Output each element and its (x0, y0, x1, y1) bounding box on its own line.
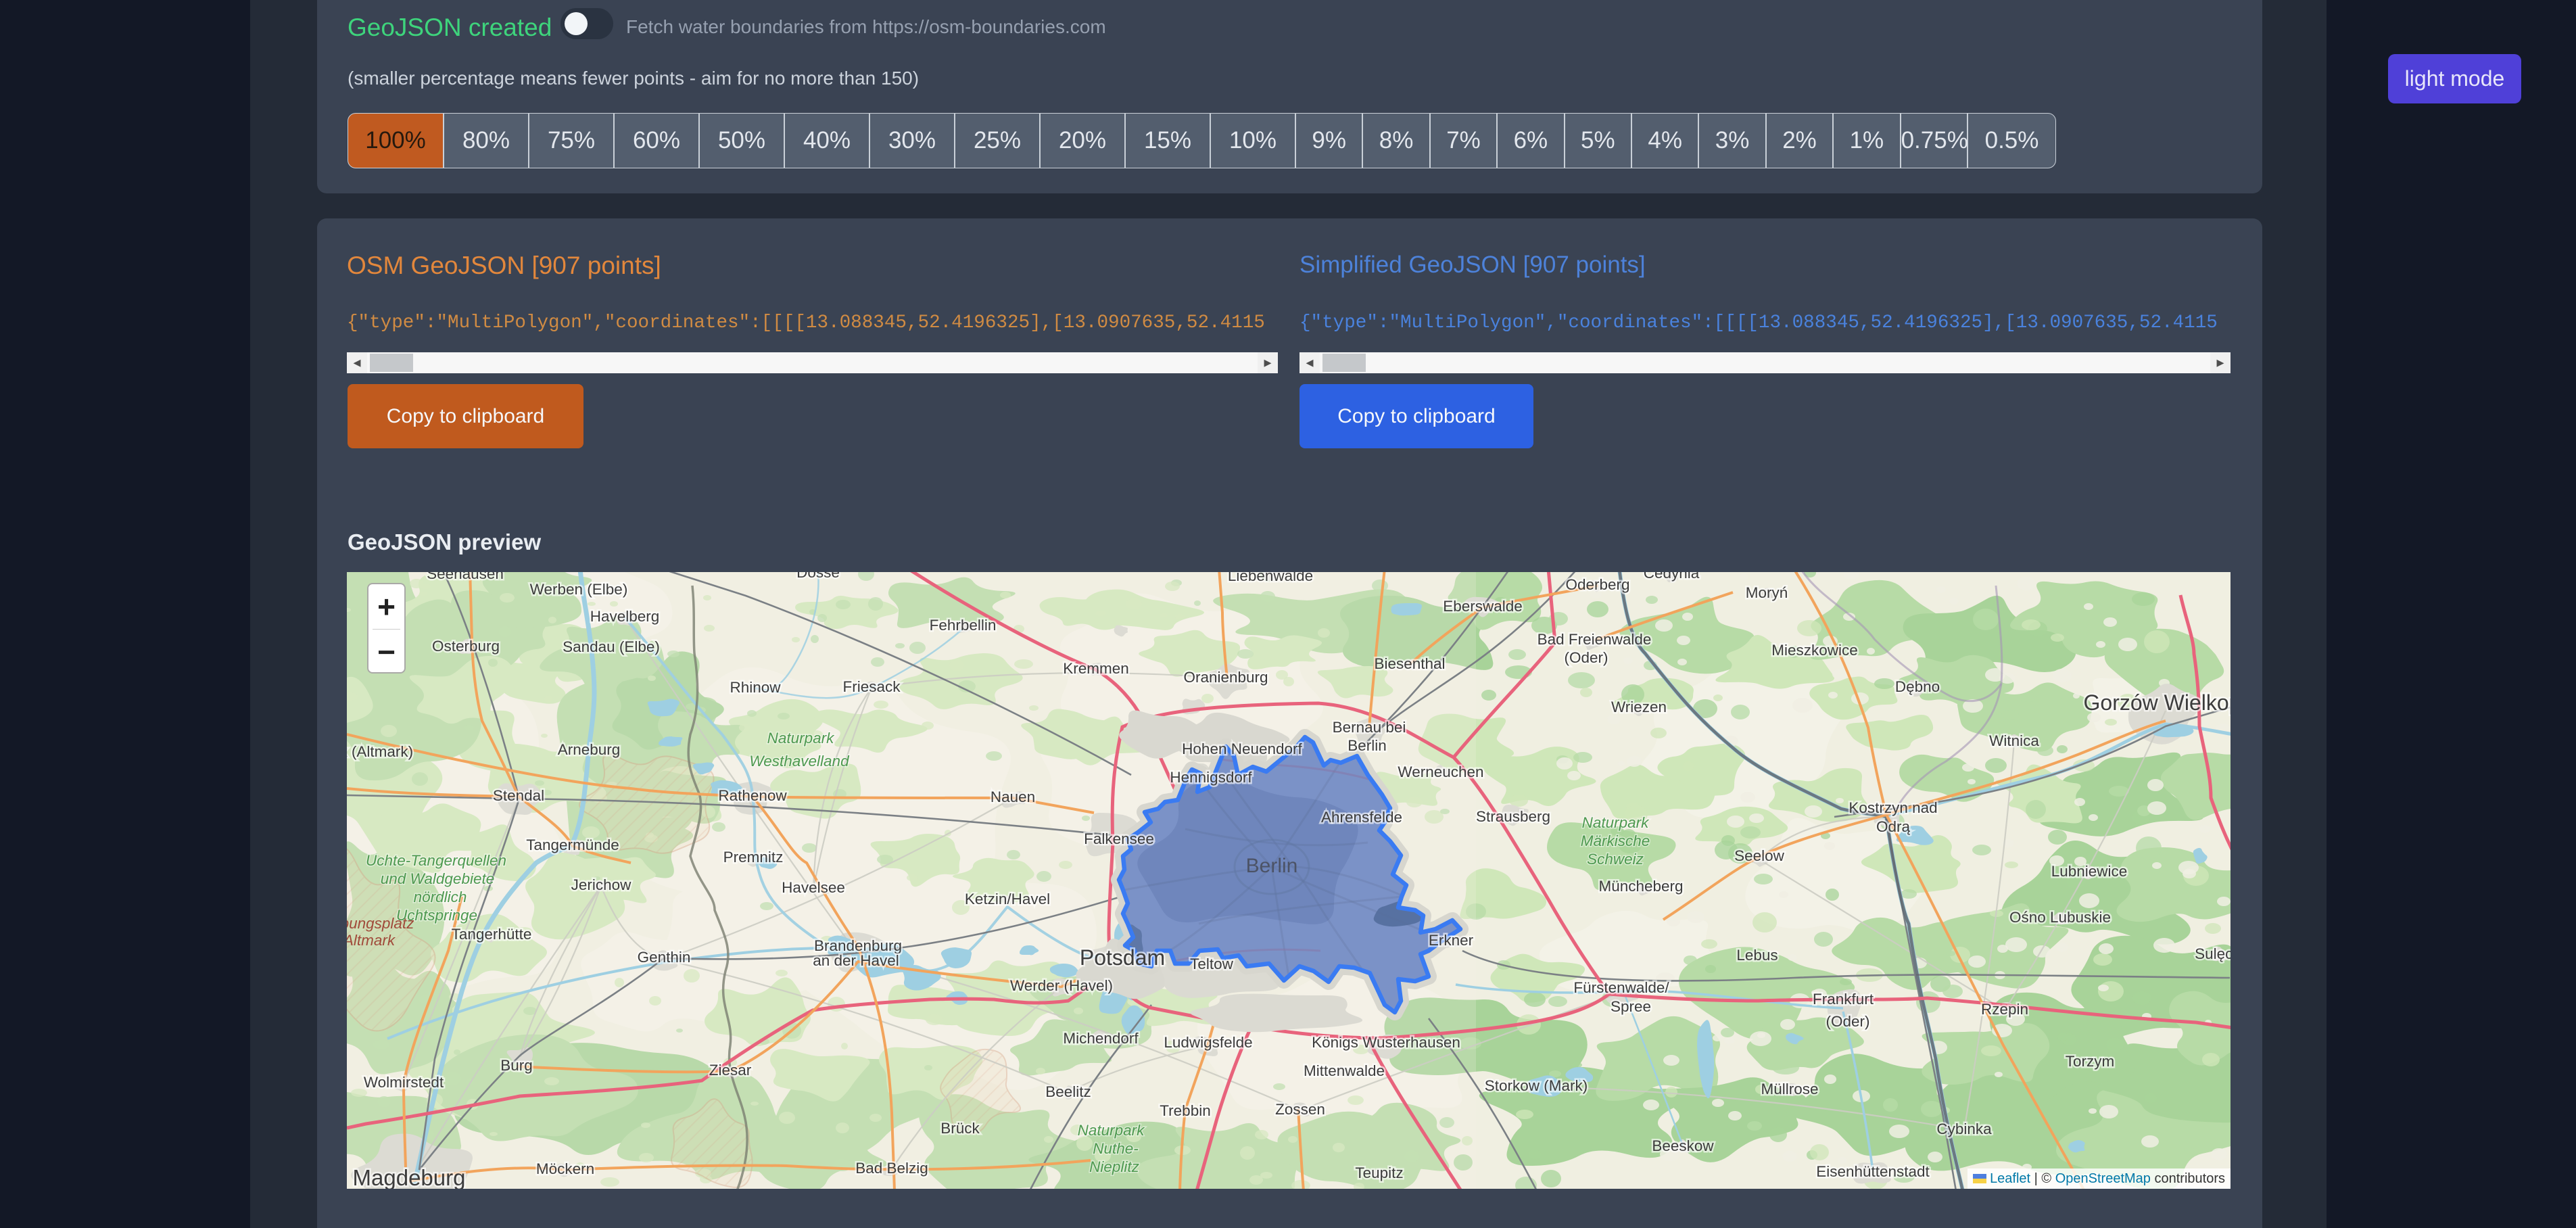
svg-text:Frankfurt: Frankfurt (1813, 991, 1874, 1008)
svg-text:Bernau bei: Bernau bei (1333, 719, 1406, 736)
svg-text:Rathenow: Rathenow (718, 787, 787, 804)
svg-text:Kremmen: Kremmen (1063, 660, 1129, 677)
svg-text:Falkensee: Falkensee (1084, 830, 1154, 847)
svg-text:Naturpark: Naturpark (1582, 814, 1650, 831)
svg-text:Wriezen: Wriezen (1611, 699, 1667, 715)
svg-text:Beelitz: Beelitz (1045, 1083, 1091, 1100)
svg-text:Ludwigsfelde: Ludwigsfelde (1164, 1034, 1252, 1051)
svg-text:Ziesar: Ziesar (709, 1062, 752, 1079)
svg-text:Teupitz: Teupitz (1355, 1164, 1403, 1181)
svg-text:Berlin: Berlin (1347, 737, 1387, 754)
svg-text:Ketzin/Havel: Ketzin/Havel (965, 891, 1050, 907)
svg-text:Trebbin: Trebbin (1160, 1102, 1210, 1119)
svg-text:Dębno: Dębno (1895, 678, 1940, 695)
svg-text:Michendorf: Michendorf (1063, 1030, 1139, 1047)
svg-text:Oranienburg: Oranienburg (1183, 669, 1268, 686)
svg-text:Werben (Elbe): Werben (Elbe) (530, 581, 628, 598)
svg-text:Wolmirstedt: Wolmirstedt (364, 1074, 444, 1091)
svg-text:Friesack: Friesack (842, 678, 901, 695)
svg-text:Erkner: Erkner (1429, 932, 1474, 949)
svg-text:Cedynia: Cedynia (1644, 572, 1700, 582)
svg-text:Oderberg: Oderberg (1565, 576, 1629, 593)
svg-text:Berlin: Berlin (1246, 855, 1298, 877)
svg-text:Lebus: Lebus (1736, 947, 1778, 964)
svg-text:(Oder): (Oder) (1564, 649, 1608, 666)
svg-text:Spree: Spree (1611, 998, 1651, 1015)
svg-text:Magdeburg: Magdeburg (353, 1165, 466, 1189)
svg-text:Kostrzyn nad: Kostrzyn nad (1848, 799, 1937, 816)
svg-text:an der Havel: an der Havel (813, 952, 899, 969)
svg-text:Fehrbellin: Fehrbellin (930, 617, 997, 634)
svg-text:Eberswalde: Eberswalde (1443, 598, 1523, 615)
svg-text:Bad Freienwalde: Bad Freienwalde (1537, 631, 1652, 648)
svg-text:Gorzów Wielkopolski: Gorzów Wielkopolski (2084, 690, 2231, 715)
svg-text:Dosse: Dosse (796, 572, 840, 581)
svg-text:Sandau (Elbe): Sandau (Elbe) (563, 638, 660, 655)
svg-text:Ahrensfelde: Ahrensfelde (1321, 809, 1402, 826)
svg-text:Lubniewice: Lubniewice (2051, 863, 2128, 880)
svg-text:Genthin: Genthin (638, 949, 691, 966)
svg-text:Bad Belzig: Bad Belzig (855, 1160, 928, 1177)
svg-text:Werder (Havel): Werder (Havel) (1010, 977, 1113, 994)
svg-text:Storkow (Mark): Storkow (Mark) (1485, 1077, 1588, 1094)
svg-text:(Oder): (Oder) (1826, 1013, 1869, 1030)
svg-text:Fürstenwalde/: Fürstenwalde/ (1573, 979, 1669, 996)
svg-text:nördlich: nördlich (414, 889, 467, 905)
svg-text:Tangerhütte: Tangerhütte (452, 926, 532, 943)
svg-text:Burg: Burg (500, 1057, 533, 1074)
svg-text:Mieszkowice: Mieszkowice (1771, 642, 1858, 659)
svg-text:rk (Altmark): rk (Altmark) (347, 743, 413, 760)
svg-text:Hohen Neuendorf: Hohen Neuendorf (1182, 740, 1302, 757)
svg-text:Uchte-Tangerquellen: Uchte-Tangerquellen (366, 852, 506, 869)
svg-text:Hennigsdorf: Hennigsdorf (1170, 769, 1252, 786)
svg-text:Nuthe-: Nuthe- (1093, 1140, 1139, 1157)
svg-text:Moryń: Moryń (1746, 584, 1788, 601)
svg-text:Jerichow: Jerichow (571, 876, 632, 893)
svg-text:Mittenwalde: Mittenwalde (1304, 1062, 1385, 1079)
svg-text:Brück: Brück (940, 1120, 980, 1137)
svg-text:Havelberg: Havelberg (590, 608, 660, 625)
svg-text:Naturpark: Naturpark (1078, 1122, 1146, 1139)
svg-text:Beeskow: Beeskow (1652, 1137, 1714, 1154)
svg-text:Torzym: Torzym (2066, 1053, 2115, 1070)
svg-text:Königs Wusterhausen: Königs Wusterhausen (1312, 1034, 1460, 1051)
svg-text:Werneuchen: Werneuchen (1398, 763, 1483, 780)
svg-text:penübungsplatz: penübungsplatz (347, 915, 414, 932)
svg-text:Ośno Lubuskie: Ośno Lubuskie (2009, 909, 2111, 926)
svg-text:Schweiz: Schweiz (1587, 851, 1644, 868)
svg-text:Witnica: Witnica (1989, 732, 2039, 749)
svg-text:Nauen: Nauen (991, 788, 1035, 805)
svg-text:Müllrose: Müllrose (1761, 1081, 1818, 1097)
svg-text:und Waldgebiete: und Waldgebiete (381, 870, 494, 887)
svg-text:Biesenthal: Biesenthal (1374, 655, 1445, 672)
svg-text:Stendal: Stendal (493, 787, 544, 804)
svg-text:Müncheberg: Müncheberg (1598, 878, 1683, 895)
svg-text:Zossen: Zossen (1275, 1101, 1325, 1118)
svg-text:Teltow: Teltow (1190, 955, 1234, 972)
svg-text:Märkische: Märkische (1581, 832, 1650, 849)
svg-text:Potsdam: Potsdam (1080, 945, 1165, 970)
svg-text:Tangermünde: Tangermünde (526, 836, 619, 853)
svg-text:Odrą: Odrą (1876, 818, 1911, 835)
svg-text:Naturpark: Naturpark (767, 730, 836, 747)
svg-text:Strausberg: Strausberg (1476, 808, 1550, 825)
svg-text:Premnitz: Premnitz (723, 849, 784, 866)
svg-text:Möckern: Möckern (536, 1160, 594, 1177)
svg-text:Altmark: Altmark (347, 932, 396, 949)
svg-text:Nieplitz: Nieplitz (1089, 1158, 1139, 1175)
svg-text:Sulęcin: Sulęcin (2195, 945, 2231, 962)
svg-text:Rhinow: Rhinow (730, 679, 781, 696)
svg-text:Liebenwalde: Liebenwalde (1228, 572, 1313, 584)
svg-text:Arneburg: Arneburg (558, 741, 621, 758)
svg-text:Eisenhüttenstadt: Eisenhüttenstadt (1816, 1163, 1930, 1180)
svg-text:Rzepin: Rzepin (1981, 1001, 2028, 1018)
svg-text:Cybinka: Cybinka (1936, 1120, 1992, 1137)
svg-text:Osterburg: Osterburg (432, 638, 500, 655)
svg-text:Westhavelland: Westhavelland (749, 753, 850, 770)
svg-text:Seehausen: Seehausen (427, 572, 504, 582)
svg-text:Seelow: Seelow (1734, 847, 1785, 864)
svg-text:Havelsee: Havelsee (782, 879, 845, 896)
